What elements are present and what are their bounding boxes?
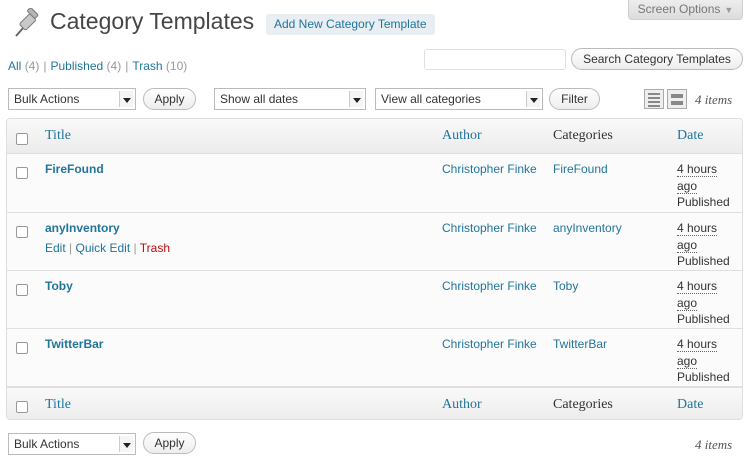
row-date: 4 hours ago Published bbox=[677, 220, 730, 270]
items-count-top: 4 items bbox=[695, 92, 733, 107]
column-author-header[interactable]: Author bbox=[442, 128, 482, 144]
bulk-actions-value: Bulk Actions bbox=[14, 92, 80, 106]
row-category-link[interactable]: Toby bbox=[553, 279, 578, 293]
add-new-button[interactable]: Add New Category Template bbox=[266, 14, 435, 35]
dropdown-arrow-icon bbox=[119, 91, 133, 107]
trash-link[interactable]: Trash bbox=[140, 241, 170, 255]
edit-link[interactable]: Edit bbox=[45, 241, 66, 255]
column-date-header[interactable]: Date bbox=[677, 128, 703, 144]
select-all-checkbox[interactable] bbox=[16, 133, 28, 145]
table-row: TwitterBar Christopher Finke TwitterBar … bbox=[7, 329, 742, 387]
posts-table: Title Author Categories Date FireFound C… bbox=[6, 118, 743, 420]
separator: | bbox=[133, 241, 137, 255]
row-status: Published bbox=[677, 312, 730, 326]
column-title-footer[interactable]: Title bbox=[45, 397, 71, 413]
row-author-link[interactable]: Christopher Finke bbox=[442, 221, 537, 235]
date-relative-ago: ago bbox=[677, 178, 698, 194]
row-title-link[interactable]: anyInventory bbox=[45, 221, 120, 235]
column-title-header[interactable]: Title bbox=[45, 128, 71, 144]
select-all-checkbox-footer[interactable] bbox=[16, 401, 28, 413]
date-relative: 4 hours bbox=[677, 337, 718, 352]
row-date: 4 hours ago Published bbox=[677, 336, 730, 386]
date-relative: 4 hours bbox=[677, 221, 718, 236]
bulk-actions-select-top[interactable]: Bulk Actions bbox=[8, 88, 136, 110]
date-relative-ago: ago bbox=[677, 295, 698, 311]
dropdown-arrow-icon bbox=[349, 91, 363, 107]
row-author-link[interactable]: Christopher Finke bbox=[442, 337, 537, 351]
separator: | bbox=[125, 59, 129, 73]
date-relative-ago: ago bbox=[677, 353, 698, 369]
row-author-link[interactable]: Christopher Finke bbox=[442, 279, 537, 293]
separator: | bbox=[43, 59, 47, 73]
row-checkbox[interactable] bbox=[16, 342, 28, 354]
column-categories-header: Categories bbox=[553, 128, 613, 143]
row-title-link[interactable]: Toby bbox=[45, 279, 73, 293]
dates-filter-value: Show all dates bbox=[220, 92, 299, 106]
bulk-actions-value: Bulk Actions bbox=[14, 437, 80, 451]
row-status: Published bbox=[677, 195, 730, 209]
bulk-actions-select-bottom[interactable]: Bulk Actions bbox=[8, 433, 136, 455]
screen-options-button[interactable]: Screen Options ▼ bbox=[628, 0, 743, 20]
row-category-link[interactable]: anyInventory bbox=[553, 221, 622, 235]
row-date: 4 hours ago Published bbox=[677, 278, 730, 328]
row-status: Published bbox=[677, 370, 730, 384]
table-header: Title Author Categories Date bbox=[7, 119, 742, 154]
separator: | bbox=[69, 241, 73, 255]
categories-filter-select[interactable]: View all categories bbox=[375, 88, 543, 110]
quick-edit-link[interactable]: Quick Edit bbox=[76, 241, 131, 255]
row-title-link[interactable]: TwitterBar bbox=[45, 337, 103, 351]
caret-down-icon: ▼ bbox=[724, 5, 734, 15]
search-input[interactable] bbox=[424, 49, 566, 70]
dropdown-arrow-icon bbox=[526, 91, 540, 107]
table-row: Toby Christopher Finke Toby 4 hours ago … bbox=[7, 271, 742, 329]
dropdown-arrow-icon bbox=[119, 436, 133, 452]
row-category-link[interactable]: TwitterBar bbox=[553, 337, 607, 351]
trash-count: (10) bbox=[165, 59, 188, 73]
row-author-link[interactable]: Christopher Finke bbox=[442, 162, 537, 176]
date-relative-ago: ago bbox=[677, 237, 698, 253]
row-title-link[interactable]: FireFound bbox=[45, 162, 104, 176]
column-date-footer[interactable]: Date bbox=[677, 397, 703, 413]
filter-published-link[interactable]: Published bbox=[50, 59, 103, 73]
page-title: Category Templates bbox=[50, 8, 255, 34]
column-categories-footer: Categories bbox=[553, 397, 613, 412]
apply-button-top[interactable]: Apply bbox=[143, 88, 196, 110]
categories-filter-value: View all categories bbox=[381, 92, 481, 106]
published-count: (4) bbox=[106, 59, 122, 73]
row-checkbox[interactable] bbox=[16, 167, 28, 179]
screen-options-label: Screen Options bbox=[637, 2, 721, 16]
row-checkbox[interactable] bbox=[16, 226, 28, 238]
excerpt-view-icon[interactable] bbox=[667, 89, 687, 109]
row-checkbox[interactable] bbox=[16, 284, 28, 296]
items-count-bottom: 4 items bbox=[695, 437, 733, 452]
table-row: anyInventory Edit | Quick Edit | Trash C… bbox=[7, 213, 742, 271]
dates-filter-select[interactable]: Show all dates bbox=[214, 88, 366, 110]
filter-trash-link[interactable]: Trash bbox=[132, 59, 162, 73]
apply-button-bottom[interactable]: Apply bbox=[143, 432, 196, 454]
list-view-icon[interactable] bbox=[644, 89, 664, 109]
date-relative: 4 hours bbox=[677, 162, 718, 177]
row-category-link[interactable]: FireFound bbox=[553, 162, 608, 176]
status-filter-links: All (4) | Published (4) | Trash (10) bbox=[8, 59, 187, 73]
all-count: (4) bbox=[24, 59, 40, 73]
search-button[interactable]: Search Category Templates bbox=[571, 48, 743, 70]
table-footer: Title Author Categories Date bbox=[7, 387, 742, 419]
column-author-footer[interactable]: Author bbox=[442, 397, 482, 413]
date-relative: 4 hours bbox=[677, 279, 718, 294]
filter-all-link[interactable]: All bbox=[8, 59, 21, 73]
table-row: FireFound Christopher Finke FireFound 4 … bbox=[7, 154, 742, 213]
filter-button[interactable]: Filter bbox=[549, 88, 600, 110]
row-date: 4 hours ago Published bbox=[677, 161, 730, 211]
pushpin-icon bbox=[15, 8, 39, 37]
row-status: Published bbox=[677, 254, 730, 268]
row-actions: Edit | Quick Edit | Trash bbox=[45, 241, 170, 255]
